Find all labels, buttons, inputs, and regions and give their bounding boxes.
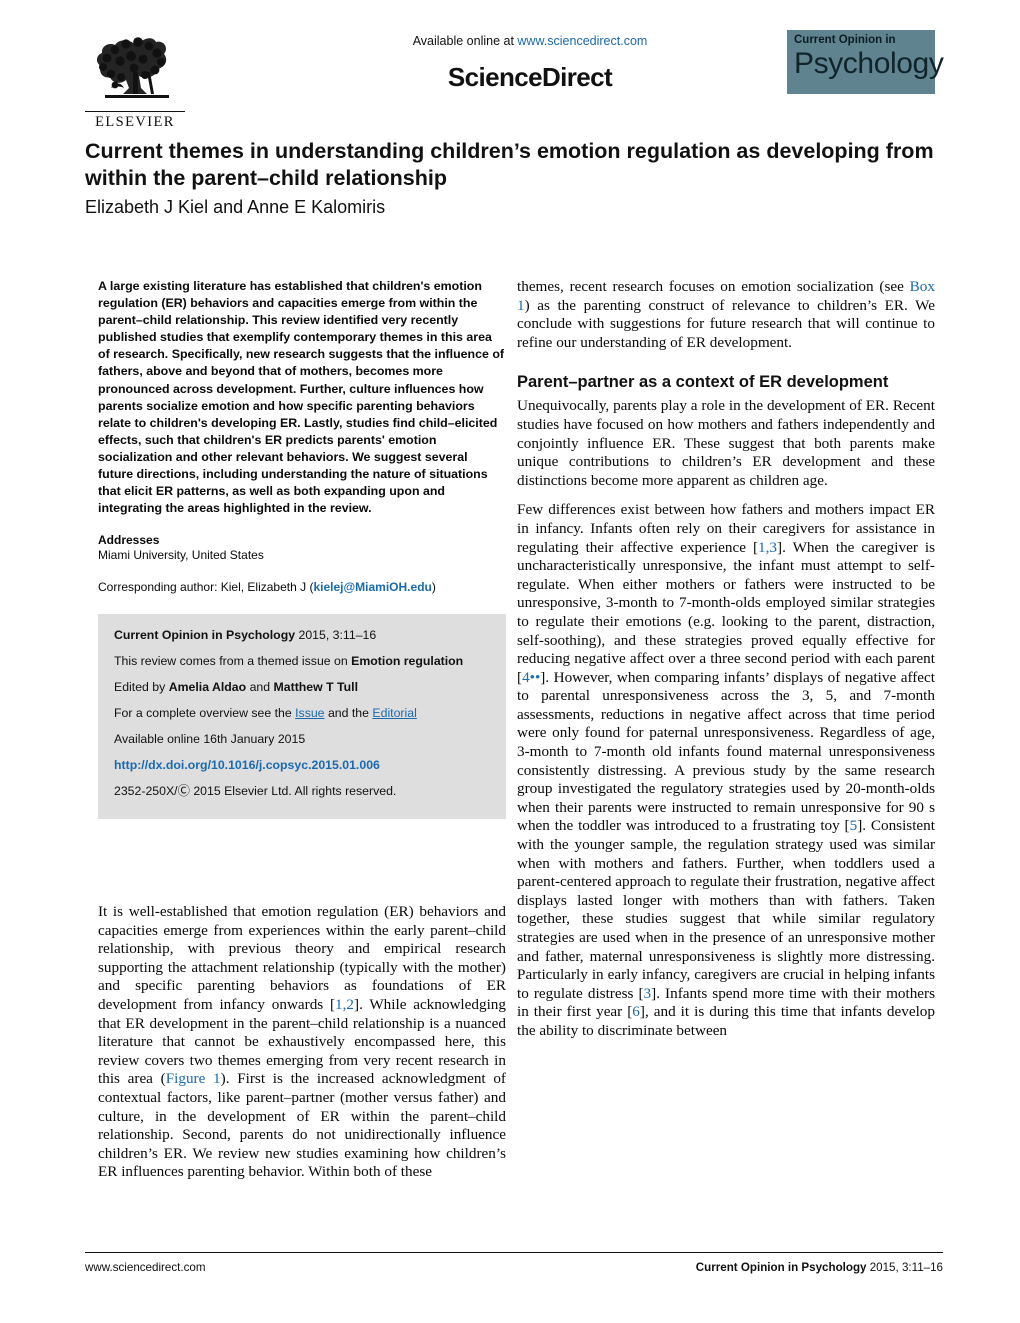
journal-logo: Current Opinion in Psychology xyxy=(787,30,944,94)
footer-website[interactable]: www.sciencedirect.com xyxy=(85,1261,205,1274)
section-paragraph-1: Unequivocally, parents play a role in th… xyxy=(517,397,935,489)
section-heading-parent-partner: Parent–partner as a context of ER develo… xyxy=(517,373,889,392)
editor-two: Matthew T Tull xyxy=(273,680,358,695)
corresponding-author-line: Corresponding author: Kiel, Elizabeth J … xyxy=(98,580,506,594)
editorial-link[interactable]: Editorial xyxy=(372,706,416,720)
issn-text: 2352-250X/ xyxy=(114,784,178,799)
journal-logo-title: Psychology xyxy=(794,47,944,80)
right-column-body: themes, recent research focuses on emoti… xyxy=(517,278,935,1052)
edited-by-prefix: Edited by xyxy=(114,680,169,695)
sciencedirect-url[interactable]: www.sciencedirect.com xyxy=(517,34,647,48)
abstract-text: A large existing literature has establis… xyxy=(98,279,505,516)
journal-citation-line: Current Opinion in Psychology 2015, 3:11… xyxy=(114,628,490,643)
elsevier-logo: ELSEVIER xyxy=(85,26,189,136)
figure-1-link[interactable]: Figure 1 xyxy=(166,1070,221,1087)
continuation-text-b: ) as the parenting construct of relevanc… xyxy=(517,296,935,351)
elsevier-tree-icon xyxy=(96,37,169,98)
citation-1-3[interactable]: 1,3 xyxy=(758,539,777,556)
available-online-label: Available online at xyxy=(412,34,514,48)
editors-conjunction: and xyxy=(246,680,274,695)
page-footer: www.sciencedirect.com Current Opinion in… xyxy=(85,1252,943,1274)
journal-name: Current Opinion in Psychology xyxy=(114,628,296,643)
footer-row: www.sciencedirect.com Current Opinion in… xyxy=(85,1261,943,1274)
para2-text-d: ]. Consistent with the younger sample, t… xyxy=(517,817,936,1002)
elsevier-wordmark: ELSEVIER xyxy=(85,111,185,131)
journal-citation: 2015, 3:11–16 xyxy=(295,628,377,643)
overview-line: For a complete overview see the Issue an… xyxy=(114,706,490,721)
available-online-date: Available online 16th January 2015 xyxy=(114,732,306,747)
editor-one: Amelia Aldao xyxy=(168,680,247,695)
corresponding-author-email[interactable]: kielej@MiamiOH.edu xyxy=(313,580,431,594)
doi-line: http://dx.doi.org/10.1016/j.copsyc.2015.… xyxy=(114,758,490,773)
citation-6[interactable]: 6 xyxy=(632,1003,640,1020)
sciencedirect-wordmark: ScienceDirect xyxy=(447,62,613,92)
masthead: ELSEVIER Available online at www.science… xyxy=(85,22,944,137)
affiliation-text: Miami University, United States xyxy=(98,548,264,563)
continuation-text-a: themes, recent research focuses on emoti… xyxy=(517,278,910,295)
left-column-body: It is well-established that emotion regu… xyxy=(98,903,506,1193)
page-title: Current themes in understanding children… xyxy=(85,139,934,190)
copyright-symbol: Ⓒ xyxy=(177,784,190,799)
citation-1-2[interactable]: 1,2 xyxy=(335,996,354,1013)
doi-link[interactable]: http://dx.doi.org/10.1016/j.copsyc.2015.… xyxy=(114,758,380,772)
corresponding-author-suffix: ) xyxy=(431,580,436,595)
footer-journal-citation: Current Opinion in Psychology 2015, 3:11… xyxy=(696,1261,943,1274)
footer-journal-name: Current Opinion in Psychology xyxy=(695,1261,867,1274)
available-online-line: Available online at www.sciencedirect.co… xyxy=(335,34,725,48)
overview-prefix: For a complete overview see the xyxy=(114,706,296,721)
copyright-text: 2015 Elsevier Ltd. All rights reserved. xyxy=(189,784,397,799)
left-column-meta: A large existing literature has establis… xyxy=(98,278,506,820)
overview-conjunction: and the xyxy=(324,706,373,721)
author-list: Elizabeth J Kiel and Anne E Kalomiris xyxy=(85,197,386,217)
title-area: Current themes in understanding children… xyxy=(85,138,945,219)
citation-3[interactable]: 3 xyxy=(644,985,652,1002)
journal-logo-top-line: Current Opinion in xyxy=(794,34,896,46)
footer-volume-pages: 2015, 3:11–16 xyxy=(866,1261,943,1274)
citation-4[interactable]: 4•• xyxy=(522,669,540,686)
intro-paragraph: It is well-established that emotion regu… xyxy=(98,903,506,1182)
para2-text-c: ]. However, when comparing infants’ disp… xyxy=(517,668,935,835)
copyright-line: 2352-250X/Ⓒ 2015 Elsevier Ltd. All right… xyxy=(114,784,490,799)
footer-divider xyxy=(85,1252,943,1253)
sciencedirect-block: Available online at www.sciencedirect.co… xyxy=(335,34,725,93)
corresponding-author-prefix: Corresponding author: Kiel, Elizabeth J … xyxy=(98,580,314,595)
para2-text-b: ]. When the caregiver is uncharacteristi… xyxy=(517,538,935,686)
addresses-heading: Addresses xyxy=(98,533,160,548)
themed-issue-topic: Emotion regulation xyxy=(351,654,464,669)
article-page: ELSEVIER Available online at www.science… xyxy=(0,0,1020,1323)
themed-issue-prefix: This review comes from a themed issue on xyxy=(114,654,352,669)
editors-line: Edited by Amelia Aldao and Matthew T Tul… xyxy=(114,680,490,695)
themed-issue-line: This review comes from a themed issue on… xyxy=(114,654,490,669)
section-paragraph-2: Few differences exist between how father… xyxy=(517,501,935,1040)
issue-link[interactable]: Issue xyxy=(295,706,324,720)
journal-info-box: Current Opinion in Psychology 2015, 3:11… xyxy=(98,614,506,820)
intro-continuation-paragraph: themes, recent research focuses on emoti… xyxy=(517,278,935,352)
